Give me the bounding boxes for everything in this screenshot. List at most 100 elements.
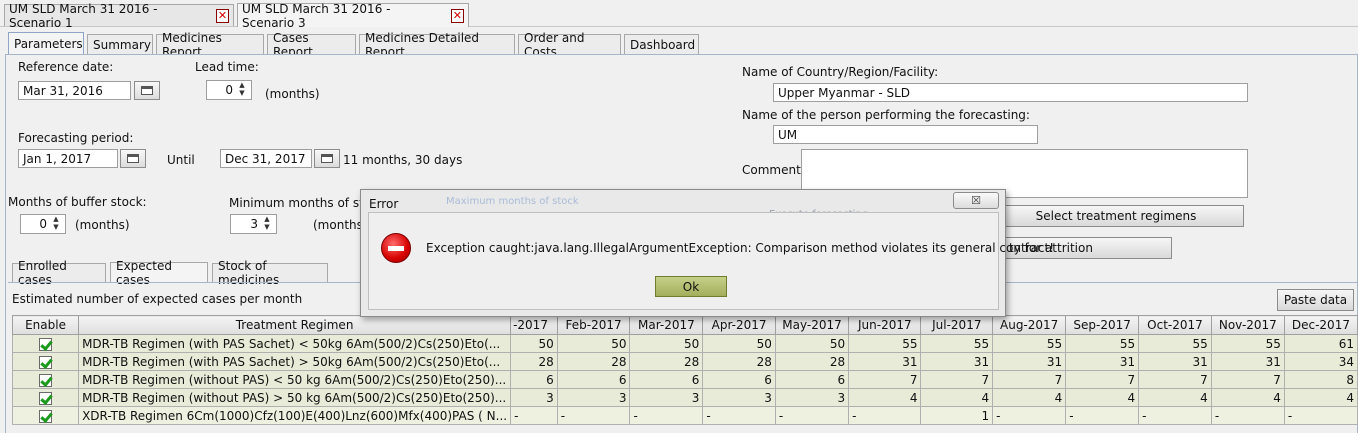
value-cell[interactable]: 31 (1065, 352, 1140, 371)
value-cell[interactable]: 50 (702, 334, 776, 353)
buffer-stock-spinner[interactable]: 0 ▲ ▼ (20, 214, 66, 234)
value-cell[interactable]: - (1138, 406, 1212, 425)
forecast-start-date-field[interactable]: Jan 1, 2017 (18, 149, 118, 168)
tab-parameters[interactable]: Parameters (8, 32, 84, 55)
value-cell[interactable]: - (556, 406, 631, 425)
column-header[interactable]: May-2017 (774, 315, 850, 335)
enable-checkbox[interactable] (39, 373, 53, 387)
reference-date-field[interactable]: Mar 31, 2016 (18, 81, 131, 100)
table-row[interactable]: MDR-TB Regimen (with PAS Sachet) > 50kg … (11, 352, 1358, 371)
select-treatment-regimens-button[interactable]: Select treatment regimens (988, 205, 1244, 227)
value-cell[interactable]: 6 (774, 370, 850, 389)
value-cell[interactable]: 28 (774, 352, 850, 371)
enable-checkbox[interactable] (39, 355, 53, 369)
calendar-button[interactable] (314, 149, 340, 168)
value-cell[interactable]: 31 (992, 352, 1067, 371)
doc-tab-scenario-3[interactable]: UM SLD March 31 2016 - Scenario 3 ✕ (237, 2, 469, 30)
column-header[interactable]: -2017 (510, 315, 558, 335)
value-cell[interactable]: 4 (1283, 388, 1358, 407)
value-cell[interactable]: 7 (848, 370, 922, 389)
forecaster-field[interactable]: UM (773, 125, 1038, 144)
value-cell[interactable]: 50 (556, 334, 631, 353)
column-header[interactable]: Feb-2017 (556, 315, 631, 335)
value-cell[interactable]: 28 (702, 352, 776, 371)
tab-medicines-detailed-report[interactable]: Medicines Detailed Report (359, 31, 515, 59)
column-header[interactable]: Enable (11, 315, 80, 335)
value-cell[interactable]: 3 (510, 388, 558, 407)
column-header[interactable]: Oct-2017 (1138, 315, 1212, 335)
close-icon[interactable]: ✕ (215, 8, 229, 23)
country-field[interactable]: Upper Myanmar - SLD (773, 83, 1248, 102)
calendar-button[interactable] (134, 81, 160, 100)
value-cell[interactable]: 4 (1210, 388, 1285, 407)
value-cell[interactable]: 61 (1283, 334, 1358, 353)
enable-checkbox[interactable] (39, 337, 53, 351)
value-cell[interactable]: - (629, 406, 704, 425)
regimen-cell[interactable]: MDR-TB Regimen (with PAS Sachet) < 50kg … (78, 334, 512, 353)
value-cell[interactable]: 7 (1138, 370, 1212, 389)
value-cell[interactable]: 6 (702, 370, 776, 389)
value-cell[interactable]: 4 (1065, 388, 1140, 407)
value-cell[interactable]: 34 (1283, 352, 1358, 371)
tab-dashboard[interactable]: Dashboard (624, 34, 699, 54)
value-cell[interactable]: 55 (920, 334, 994, 353)
value-cell[interactable]: 28 (556, 352, 631, 371)
value-cell[interactable]: 55 (1210, 334, 1285, 353)
value-cell[interactable]: 55 (848, 334, 922, 353)
spinner-arrows-icon[interactable]: ▲ ▼ (235, 81, 249, 99)
tab-summary[interactable]: Summary (87, 34, 153, 54)
enable-checkbox[interactable] (39, 409, 53, 423)
regimen-cell[interactable]: XDR-TB Regimen 6Cm(1000)Cfz(100)E(400)Ln… (78, 406, 512, 425)
tab-cases-report[interactable]: Cases Report (267, 31, 356, 59)
value-cell[interactable]: 31 (1210, 352, 1285, 371)
tab-stock-of-medicines[interactable]: Stock of medicines (212, 259, 328, 287)
calendar-button[interactable] (120, 149, 146, 168)
value-cell[interactable]: 4 (920, 388, 994, 407)
enable-checkbox[interactable] (39, 391, 53, 405)
value-cell[interactable]: - (1283, 406, 1358, 425)
value-cell[interactable]: - (702, 406, 776, 425)
column-header[interactable]: Aug-2017 (992, 315, 1067, 335)
value-cell[interactable]: 55 (1138, 334, 1212, 353)
close-icon[interactable]: ☒ (953, 192, 999, 209)
tab-medicines-report[interactable]: Medicines Report (156, 31, 264, 59)
value-cell[interactable]: 50 (510, 334, 558, 353)
value-cell[interactable]: 3 (774, 388, 850, 407)
value-cell[interactable]: 28 (510, 352, 558, 371)
value-cell[interactable]: 8 (1283, 370, 1358, 389)
value-cell[interactable]: 6 (556, 370, 631, 389)
spinner-arrows-icon[interactable]: ▲ ▼ (49, 215, 63, 233)
value-cell[interactable]: 50 (629, 334, 704, 353)
value-cell[interactable]: 1 (920, 406, 994, 425)
forecast-end-date-field[interactable]: Dec 31, 2017 (220, 149, 312, 168)
value-cell[interactable]: 7 (992, 370, 1067, 389)
table-row[interactable]: XDR-TB Regimen 6Cm(1000)Cfz(100)E(400)Ln… (11, 406, 1358, 425)
value-cell[interactable]: 4 (848, 388, 922, 407)
table-row[interactable]: MDR-TB Regimen (without PAS) < 50 kg 6Am… (11, 370, 1358, 389)
value-cell[interactable]: 6 (629, 370, 704, 389)
column-header[interactable]: Nov-2017 (1210, 315, 1285, 335)
value-cell[interactable]: 31 (920, 352, 994, 371)
column-header[interactable]: Treatment Regimen (78, 315, 512, 335)
tab-expected-cases[interactable]: Expected cases (110, 259, 208, 287)
table-row[interactable]: MDR-TB Regimen (without PAS) > 50 kg 6Am… (11, 388, 1358, 407)
column-header[interactable]: Dec-2017 (1283, 315, 1358, 335)
value-cell[interactable]: 3 (556, 388, 631, 407)
value-cell[interactable]: 3 (629, 388, 704, 407)
value-cell[interactable]: - (774, 406, 850, 425)
ok-button[interactable]: Ok (655, 276, 727, 297)
spinner-arrows-icon[interactable]: ▲ ▼ (260, 215, 274, 233)
column-header[interactable]: Jun-2017 (848, 315, 922, 335)
value-cell[interactable]: 6 (510, 370, 558, 389)
value-cell[interactable]: 7 (920, 370, 994, 389)
value-cell[interactable]: 28 (629, 352, 704, 371)
value-cell[interactable]: 31 (1138, 352, 1212, 371)
table-row[interactable]: MDR-TB Regimen (with PAS Sachet) < 50kg … (11, 334, 1358, 353)
column-header[interactable]: Apr-2017 (702, 315, 776, 335)
regimen-cell[interactable]: MDR-TB Regimen (without PAS) > 50 kg 6Am… (78, 388, 512, 407)
column-header[interactable]: Sep-2017 (1065, 315, 1140, 335)
value-cell[interactable]: 55 (992, 334, 1067, 353)
value-cell[interactable]: 7 (1065, 370, 1140, 389)
value-cell[interactable]: - (510, 406, 558, 425)
value-cell[interactable]: - (1210, 406, 1285, 425)
